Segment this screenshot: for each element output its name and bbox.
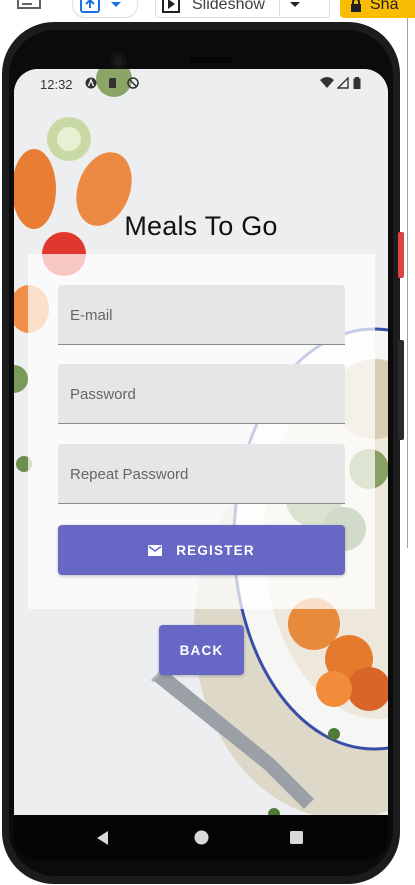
power-button-accent <box>398 232 404 278</box>
repeat-password-field[interactable] <box>58 444 345 504</box>
back-button[interactable]: BACK <box>159 625 244 675</box>
wifi-icon <box>320 77 334 88</box>
share-label: Sha <box>370 0 399 13</box>
recents-nav-icon[interactable] <box>290 831 303 844</box>
earpiece-speaker <box>189 57 233 63</box>
slideshow-label: Slideshow <box>192 0 265 13</box>
comment-icon[interactable] <box>16 0 46 14</box>
home-nav-icon[interactable] <box>194 830 209 845</box>
upload-icon <box>80 0 100 13</box>
no-sync-icon <box>127 77 139 89</box>
sd-card-icon <box>109 78 116 88</box>
cell-signal-icon <box>337 77 349 89</box>
email-field[interactable] <box>58 285 345 345</box>
divider <box>278 0 280 16</box>
email-input[interactable] <box>70 285 330 345</box>
email-icon <box>148 544 163 556</box>
battery-icon <box>353 77 361 89</box>
back-nav-icon[interactable] <box>96 831 110 845</box>
password-field[interactable] <box>58 364 345 424</box>
share-button[interactable]: Sha <box>340 0 415 18</box>
chevron-down-icon[interactable] <box>288 0 302 10</box>
front-camera <box>109 52 127 70</box>
volume-button <box>398 340 404 440</box>
host-side-panel <box>407 18 415 548</box>
app-title: Meals To Go <box>124 211 278 241</box>
register-form-card: REGISTER <box>28 254 375 609</box>
a-icon <box>85 77 97 89</box>
lock-icon <box>351 0 361 12</box>
chevron-down-icon <box>111 2 121 7</box>
upload-dropdown-button[interactable] <box>72 0 138 18</box>
status-time: 12:32 <box>40 77 73 92</box>
password-input[interactable] <box>70 364 330 424</box>
repeat-password-input[interactable] <box>70 444 330 504</box>
host-toolbar: Slideshow Sha <box>0 0 415 18</box>
register-label: REGISTER <box>176 542 255 558</box>
app-screen: 12:32 Meals To Go REGISTER BACK <box>14 69 388 815</box>
play-icon <box>162 0 180 13</box>
android-navigation-bar <box>14 815 388 860</box>
back-label: BACK <box>179 642 224 658</box>
slideshow-button[interactable]: Slideshow <box>155 0 330 18</box>
register-button[interactable]: REGISTER <box>58 525 345 575</box>
status-bar: 12:32 <box>14 69 388 99</box>
